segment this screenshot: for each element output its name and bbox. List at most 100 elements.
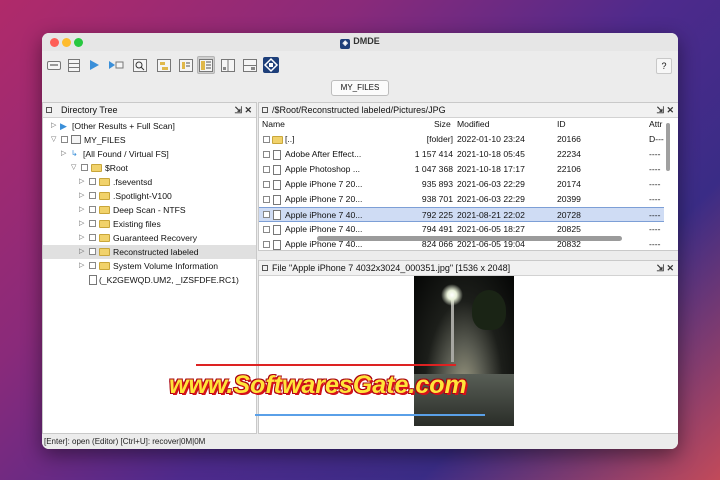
chevron-right-icon[interactable]: ▷ [79, 175, 84, 189]
tree-item-label: [All Found / Virtual FS] [83, 149, 169, 159]
table-row[interactable]: Apple Photoshop ... 1 047 368 2021-10-18… [259, 162, 664, 177]
column-header-modified[interactable]: Modified [457, 118, 489, 131]
current-path: /$Root/Reconstructed labeled/Pictures/JP… [272, 105, 446, 115]
column-header-attr[interactable]: Attr [649, 118, 662, 131]
tree-item[interactable]: ▷ Guaranteed Recovery [43, 231, 256, 245]
checkbox[interactable] [61, 136, 68, 143]
file-attr: D--- [649, 134, 664, 144]
table-row[interactable]: Apple iPhone 7 40... 794 491 2021-06-05 … [259, 222, 664, 237]
checkbox[interactable] [263, 136, 270, 143]
tree-item[interactable]: ▷ Existing files [43, 217, 256, 231]
close-pane-button[interactable]: ✕ [244, 103, 252, 117]
tree-icon[interactable] [156, 57, 172, 73]
checkbox[interactable] [263, 211, 270, 218]
vertical-scrollbar[interactable] [666, 123, 670, 171]
checkbox[interactable] [89, 262, 96, 269]
tree-item[interactable]: ▽ MY_FILES [43, 133, 256, 147]
pin-icon[interactable]: ⇲ [656, 261, 664, 275]
checkbox[interactable] [89, 206, 96, 213]
checkbox[interactable] [89, 192, 96, 199]
checkbox[interactable] [263, 166, 270, 173]
file-modified: 2021-06-03 22:29 [457, 179, 525, 189]
column-header-id[interactable]: ID [557, 118, 566, 131]
play-icon[interactable] [86, 57, 102, 73]
column-header-size[interactable]: Size [434, 118, 451, 131]
tab-my-files[interactable]: MY_FILES [331, 80, 389, 96]
tree-item[interactable]: ▽ $Root [43, 161, 256, 175]
table-row-selected[interactable]: Apple iPhone 7 40... 792 225 2021-08-21 … [259, 207, 664, 222]
open-drive-icon[interactable] [46, 57, 62, 73]
folder-icon [99, 178, 110, 186]
tree-item[interactable]: ▷ ↳ [All Found / Virtual FS] [43, 147, 256, 161]
file-attr: ---- [649, 224, 661, 234]
window-title: DMDE [353, 36, 380, 46]
file-id: 22234 [557, 149, 581, 159]
file-id: 20174 [557, 179, 581, 189]
partitions-icon[interactable] [66, 57, 82, 73]
checkbox[interactable] [89, 178, 96, 185]
horizontal-scrollbar[interactable] [317, 236, 622, 241]
tree-item[interactable]: (_K2GEWQD.UM2, _IZSFDFE.RC1) [43, 273, 256, 287]
checkbox[interactable] [263, 196, 270, 203]
column-header-name[interactable]: Name [262, 118, 285, 131]
pin-icon[interactable]: ⇲ [656, 103, 664, 117]
chevron-right-icon[interactable]: ▷ [61, 147, 66, 161]
tree-item[interactable]: ▷ .Spotlight-V100 [43, 189, 256, 203]
file-icon [273, 225, 281, 235]
pin-icon[interactable]: ⇲ [234, 103, 242, 117]
directory-tree-title: Directory Tree [61, 105, 118, 115]
tree-item[interactable]: ▷ .fseventsd [43, 175, 256, 189]
table-row[interactable]: Adobe After Effect... 1 157 414 2021-10-… [259, 147, 664, 162]
checkbox[interactable] [89, 248, 96, 255]
close-pane-button[interactable]: ✕ [666, 261, 674, 275]
find-icon[interactable] [132, 57, 148, 73]
file-attr: ---- [649, 239, 661, 249]
checkbox[interactable] [89, 220, 96, 227]
table-row[interactable]: Apple iPhone 7 20... 935 893 2021-06-03 … [259, 177, 664, 192]
file-modified: 2021-10-18 17:17 [457, 164, 525, 174]
file-size: 935 893 [421, 179, 453, 189]
chevron-down-icon[interactable]: ▽ [71, 161, 76, 175]
checkbox[interactable] [263, 181, 270, 188]
tree-item-label: Existing files [113, 219, 161, 229]
checkbox[interactable] [263, 241, 270, 248]
status-text: [Enter]: open (Editor) [Ctrl+U]: recover… [44, 437, 206, 446]
split-view-icon[interactable] [242, 57, 258, 73]
file-modified: 2021-08-21 22:02 [457, 210, 525, 220]
file-modified: 2021-10-18 05:45 [457, 149, 525, 159]
checkbox[interactable] [263, 226, 270, 233]
chevron-down-icon[interactable]: ▽ [51, 133, 56, 147]
help-button[interactable]: ? [656, 58, 672, 74]
chevron-right-icon[interactable]: ▷ [79, 203, 84, 217]
detail-view-icon[interactable] [197, 56, 215, 74]
drive-icon [71, 135, 81, 144]
close-pane-button[interactable]: ✕ [666, 103, 674, 117]
chevron-right-icon[interactable]: ▷ [51, 119, 56, 133]
tree-item[interactable]: ▷ Deep Scan - NTFS [43, 203, 256, 217]
recover-icon[interactable] [263, 57, 279, 73]
chevron-right-icon[interactable]: ▷ [79, 259, 84, 273]
tree-item-selected[interactable]: ▷ Reconstructed labeled [43, 245, 256, 259]
table-row[interactable]: Apple iPhone 7 20... 938 701 2021-06-03 … [259, 192, 664, 207]
tree-item-label: Guaranteed Recovery [113, 233, 198, 243]
checkbox[interactable] [263, 151, 270, 158]
tree-shape [472, 290, 506, 330]
chevron-right-icon[interactable]: ▷ [79, 189, 84, 203]
goto-icon[interactable] [108, 57, 124, 73]
chevron-right-icon[interactable]: ▷ [79, 231, 84, 245]
watermark-line-bottom [255, 414, 485, 416]
table-row[interactable]: [..] [folder] 2022-01-10 23:24 20166 D--… [259, 132, 664, 147]
file-icon [273, 210, 281, 220]
chevron-right-icon[interactable]: ▷ [79, 245, 84, 259]
checkbox[interactable] [81, 164, 88, 171]
checkbox[interactable] [89, 234, 96, 241]
tree-item[interactable]: ▷ System Volume Information [43, 259, 256, 273]
preview-image [414, 276, 514, 426]
list-view-icon[interactable] [178, 57, 194, 73]
file-id: 20399 [557, 194, 581, 204]
file-attr: ---- [649, 194, 661, 204]
cluster-map-icon[interactable] [220, 57, 236, 73]
tree-item[interactable]: ▷ ▶ [Other Results + Full Scan] [43, 119, 256, 133]
status-bar: [Enter]: open (Editor) [Ctrl+U]: recover… [42, 434, 678, 449]
chevron-right-icon[interactable]: ▷ [79, 217, 84, 231]
